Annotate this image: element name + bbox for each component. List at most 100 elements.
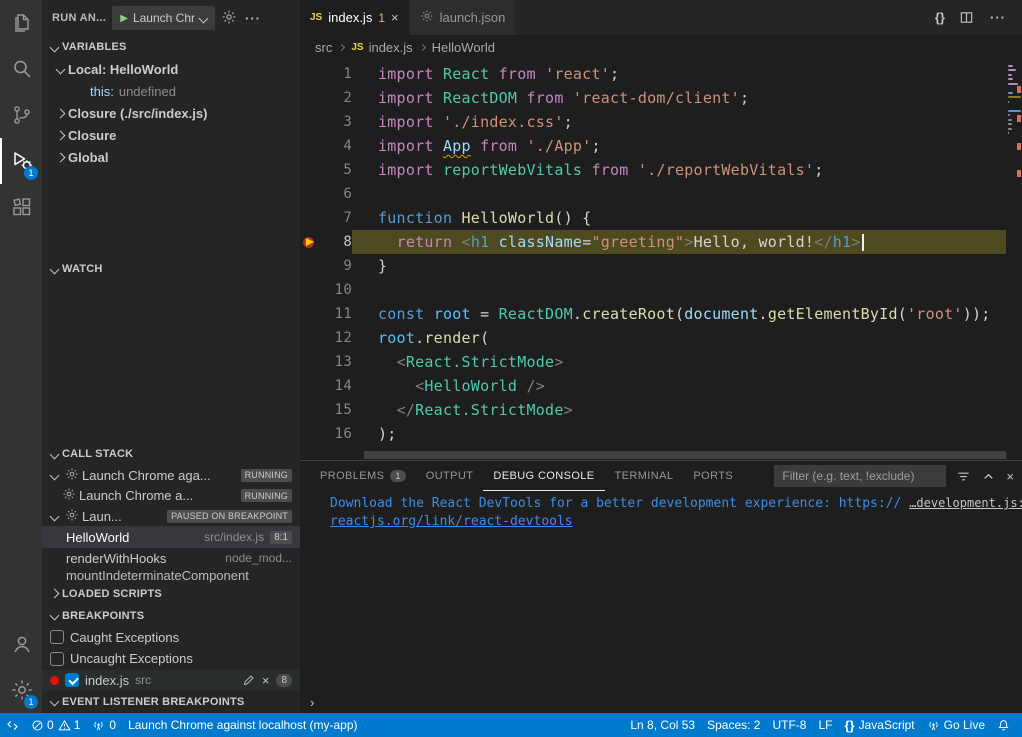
tab-output[interactable]: OUTPUT bbox=[416, 461, 484, 491]
stack-frame-row[interactable]: HelloWorld src/index.js 8:1 bbox=[42, 526, 300, 547]
variables-scope-closure[interactable]: Closure bbox=[42, 124, 300, 146]
tab-ports[interactable]: PORTS bbox=[683, 461, 743, 491]
debug-session-row[interactable]: Laun... PAUSED ON BREAKPOINT bbox=[42, 506, 300, 526]
code-line[interactable]: 8 return <h1 className="greeting">Hello,… bbox=[300, 230, 1006, 254]
code-line[interactable]: 11const root = ReactDOM.createRoot(docum… bbox=[300, 302, 1006, 326]
code-line[interactable]: 4import App from './App'; bbox=[300, 134, 1006, 158]
settings-gear-icon[interactable]: 1 bbox=[0, 667, 42, 713]
close-tab-icon[interactable]: × bbox=[391, 10, 399, 25]
breakpoint-gutter[interactable] bbox=[300, 326, 320, 350]
ports-status[interactable]: 0 bbox=[86, 713, 122, 737]
code-line[interactable]: 7function HelloWorld() { bbox=[300, 206, 1006, 230]
tab-terminal[interactable]: TERMINAL bbox=[605, 461, 684, 491]
debug-session-row[interactable]: Launch Chrome a... RUNNING bbox=[42, 485, 300, 505]
filter-icon[interactable] bbox=[956, 469, 971, 484]
code-line[interactable]: 9} bbox=[300, 254, 1006, 278]
configure-launch-gear-icon[interactable] bbox=[221, 9, 237, 28]
breakpoint-gutter[interactable] bbox=[300, 134, 320, 158]
code-line[interactable]: 12root.render( bbox=[300, 326, 1006, 350]
breakpoint-gutter[interactable] bbox=[300, 110, 320, 134]
horizontal-scrollbar[interactable] bbox=[300, 450, 1022, 460]
console-source-link[interactable]: …development.js:29840 bbox=[909, 496, 1022, 510]
console-filter-input[interactable] bbox=[774, 465, 946, 487]
debug-session-status[interactable]: Launch Chrome against localhost (my-app) bbox=[122, 713, 363, 737]
breakpoint-gutter[interactable] bbox=[300, 278, 320, 302]
code-line[interactable]: 15 </React.StrictMode> bbox=[300, 398, 1006, 422]
debug-session-row[interactable]: Launch Chrome aga... RUNNING bbox=[42, 465, 300, 485]
go-live-button[interactable]: Go Live bbox=[921, 713, 991, 737]
code-line[interactable]: 6 bbox=[300, 182, 1006, 206]
watch-section-header[interactable]: WATCH bbox=[42, 258, 300, 280]
problems-status[interactable]: 0 1 bbox=[25, 713, 86, 737]
tab-launch-json[interactable]: launch.json bbox=[410, 0, 517, 35]
code-line[interactable]: 1import React from 'react'; bbox=[300, 62, 1006, 86]
code-line[interactable]: 5import reportWebVitals from './reportWe… bbox=[300, 158, 1006, 182]
variables-section-header[interactable]: VARIABLES bbox=[42, 36, 300, 58]
debug-console-input[interactable]: › bbox=[300, 691, 1022, 713]
braces-action-icon[interactable]: {} bbox=[935, 10, 945, 25]
checkbox-unchecked[interactable] bbox=[50, 652, 64, 666]
eol-sequence[interactable]: LF bbox=[812, 713, 838, 737]
stack-frame-row[interactable]: mountIndeterminateComponent bbox=[42, 569, 300, 583]
encoding[interactable]: UTF-8 bbox=[766, 713, 812, 737]
remote-indicator[interactable] bbox=[0, 713, 25, 737]
checkbox-unchecked[interactable] bbox=[50, 630, 64, 644]
breadcrumb-folder[interactable]: src bbox=[315, 40, 332, 55]
breakpoint-uncaught-exceptions[interactable]: Uncaught Exceptions bbox=[42, 648, 300, 669]
breakpoints-section-header[interactable]: BREAKPOINTS bbox=[42, 605, 300, 627]
code-line[interactable]: 13 <React.StrictMode> bbox=[300, 350, 1006, 374]
debug-current-line-arrow-icon[interactable] bbox=[300, 230, 320, 254]
launch-config-dropdown[interactable]: ▶ Launch Chr bbox=[112, 6, 215, 30]
breakpoint-gutter[interactable] bbox=[300, 182, 320, 206]
variables-scope-local[interactable]: Local: HelloWorld bbox=[42, 58, 300, 80]
cursor-position[interactable]: Ln 8, Col 53 bbox=[624, 713, 701, 737]
breakpoint-gutter[interactable] bbox=[300, 302, 320, 326]
variables-scope-global[interactable]: Global bbox=[42, 146, 300, 168]
scrollbar-thumb[interactable] bbox=[364, 451, 1006, 459]
breakpoint-gutter[interactable] bbox=[300, 422, 320, 446]
breakpoint-gutter[interactable] bbox=[300, 86, 320, 110]
call-stack-section-header[interactable]: CALL STACK bbox=[42, 443, 300, 465]
breakpoint-gutter[interactable] bbox=[300, 398, 320, 422]
code-line[interactable]: 14 <HelloWorld /> bbox=[300, 374, 1006, 398]
source-control-icon[interactable] bbox=[0, 92, 42, 138]
code-line[interactable]: 16); bbox=[300, 422, 1006, 446]
breakpoint-gutter[interactable] bbox=[300, 158, 320, 182]
explorer-icon[interactable] bbox=[0, 0, 42, 46]
code-line[interactable]: 10 bbox=[300, 278, 1006, 302]
stack-frame-row[interactable]: renderWithHooks node_mod... bbox=[42, 548, 300, 569]
code-line[interactable]: 3import './index.css'; bbox=[300, 110, 1006, 134]
breakpoint-gutter[interactable] bbox=[300, 374, 320, 398]
maximize-panel-chevron-up-icon[interactable] bbox=[981, 469, 996, 484]
account-icon[interactable] bbox=[0, 621, 42, 667]
breadcrumb-file[interactable]: index.js bbox=[369, 40, 413, 55]
variables-scope-closure-local[interactable]: Closure (./src/index.js) bbox=[42, 102, 300, 124]
run-and-debug-icon[interactable]: 1 bbox=[0, 138, 42, 184]
event-listener-breakpoints-section-header[interactable]: EVENT LISTENER BREAKPOINTS bbox=[42, 691, 300, 713]
breakpoint-gutter[interactable] bbox=[300, 254, 320, 278]
remove-breakpoint-icon[interactable]: × bbox=[262, 673, 270, 688]
search-icon[interactable] bbox=[0, 46, 42, 92]
breakpoint-gutter[interactable] bbox=[300, 62, 320, 86]
editor-more-actions-icon[interactable]: ··· bbox=[988, 10, 1008, 25]
tab-debug-console[interactable]: DEBUG CONSOLE bbox=[483, 461, 604, 491]
breakpoint-caught-exceptions[interactable]: Caught Exceptions bbox=[42, 627, 300, 648]
tab-index-js[interactable]: JS index.js 1 × bbox=[300, 0, 410, 35]
checkbox-checked[interactable] bbox=[65, 673, 79, 687]
notifications-bell[interactable] bbox=[991, 713, 1016, 737]
breadcrumb-symbol[interactable]: HelloWorld bbox=[432, 40, 495, 55]
tab-problems[interactable]: PROBLEMS 1 bbox=[310, 461, 416, 491]
edit-breakpoint-pencil-icon[interactable] bbox=[242, 674, 255, 687]
language-mode[interactable]: {} JavaScript bbox=[838, 713, 920, 737]
breakpoint-gutter[interactable] bbox=[300, 206, 320, 230]
split-editor-icon[interactable] bbox=[959, 10, 974, 25]
indentation[interactable]: Spaces: 2 bbox=[701, 713, 766, 737]
start-debugging-icon[interactable]: ▶ bbox=[120, 13, 128, 24]
console-link[interactable]: reactjs.org/link/react-devtools bbox=[330, 514, 1012, 532]
loaded-scripts-section-header[interactable]: LOADED SCRIPTS bbox=[42, 583, 300, 605]
variable-this[interactable]: this: undefined bbox=[42, 80, 300, 102]
breakpoint-file-row[interactable]: index.js src × 8 bbox=[42, 670, 300, 691]
extensions-icon[interactable] bbox=[0, 184, 42, 230]
close-panel-icon[interactable]: × bbox=[1006, 469, 1014, 484]
code-line[interactable]: 2import ReactDOM from 'react-dom/client'… bbox=[300, 86, 1006, 110]
